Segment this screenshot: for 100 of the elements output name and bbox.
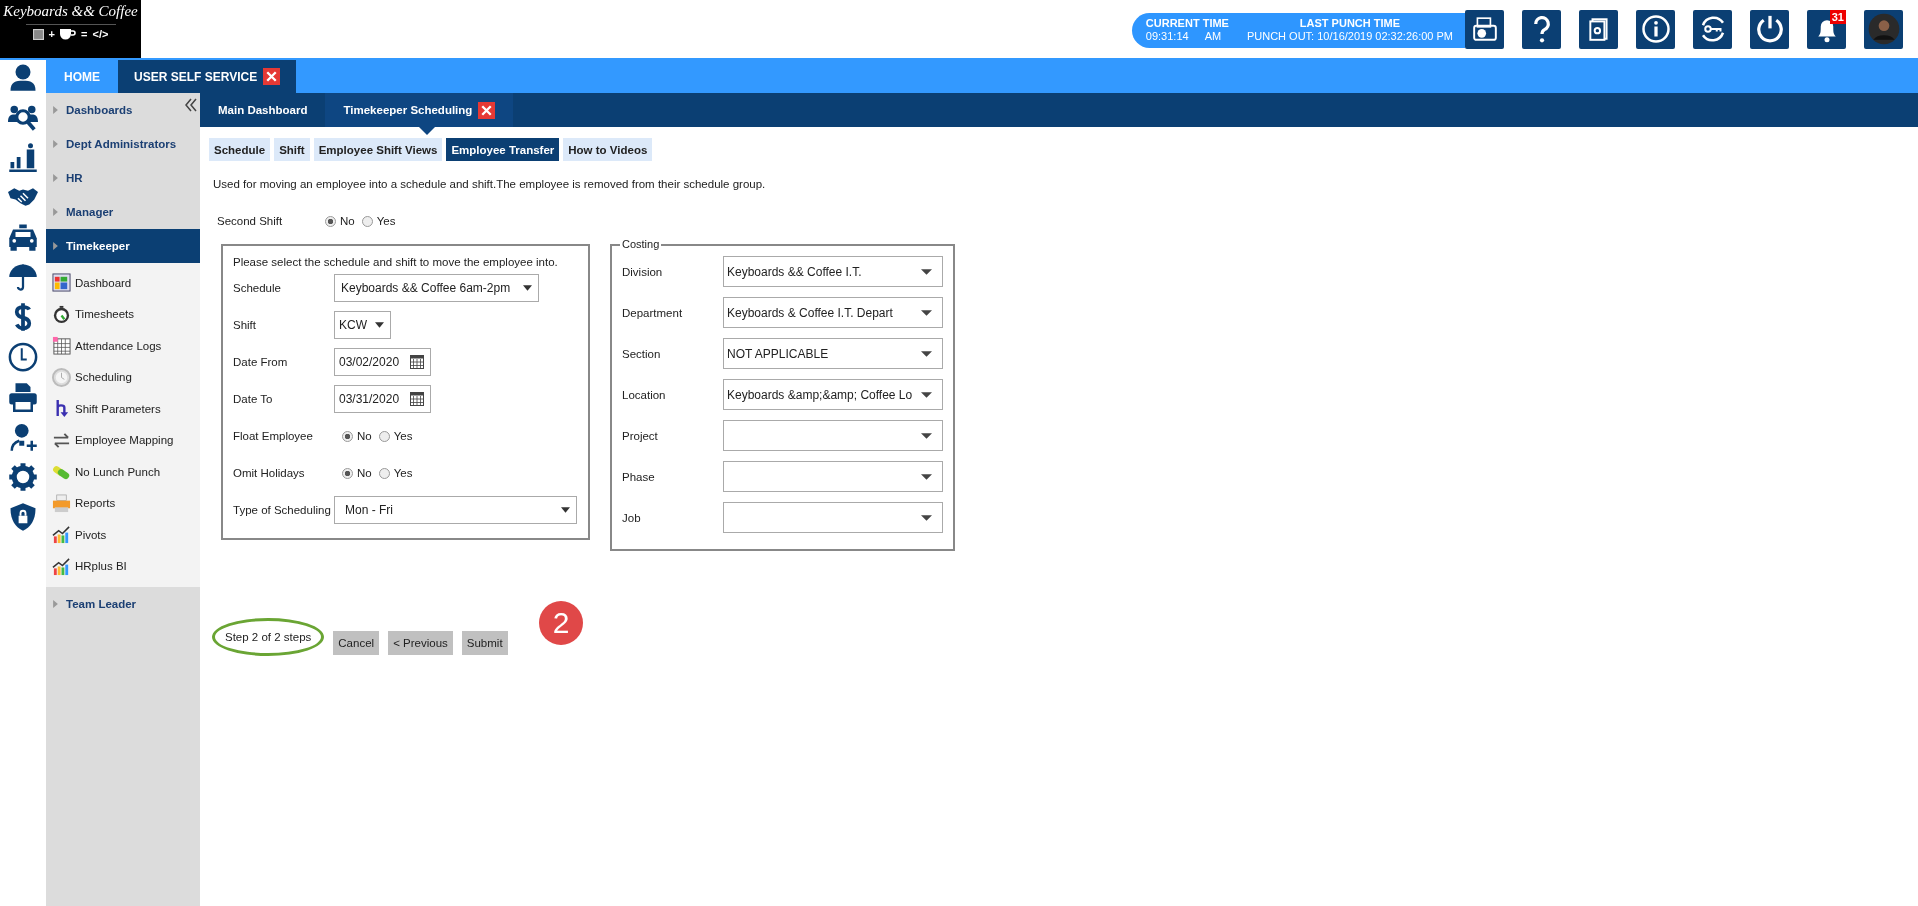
menu-item[interactable]: Manager [46, 195, 200, 229]
section-tab[interactable]: Schedule [209, 138, 271, 161]
logo-title: Keyboards && Coffee [3, 3, 138, 20]
dropdown-caret-icon [921, 309, 932, 316]
section-tab[interactable]: Shift [274, 138, 310, 161]
person-icon[interactable] [8, 62, 38, 92]
toolbar-button[interactable] [1465, 9, 1504, 49]
submenu-label: Dashboard [75, 276, 132, 289]
close-icon[interactable] [478, 101, 496, 119]
dashboard-icon [52, 273, 71, 293]
toolbar-button[interactable] [1636, 9, 1675, 49]
menu-item[interactable]: Timekeeper [46, 229, 200, 263]
expand-arrow-icon [53, 106, 58, 114]
dropdown-caret-icon [921, 350, 932, 357]
radio-button[interactable] [361, 215, 373, 227]
toolbar-button[interactable] [1864, 9, 1903, 49]
collapse-icon[interactable] [184, 98, 198, 112]
field-label: Location [622, 388, 667, 401]
field-label: Omit Holidays [233, 467, 306, 479]
submenu-item[interactable]: Attendance Logs [46, 330, 200, 362]
dropdown[interactable]: Keyboards && Coffee 6am-2pm [334, 274, 539, 302]
field-label: Phase [622, 470, 656, 483]
dropdown[interactable]: NOT APPLICABLE [723, 338, 943, 369]
submenu-label: Reports [75, 497, 116, 510]
shield-lock-icon[interactable] [8, 502, 38, 532]
submenu-item[interactable]: No Lunch Punch [46, 456, 200, 488]
field-label: Section [622, 347, 662, 360]
menu-label: Manager [66, 206, 114, 218]
time-period: AM [1204, 30, 1222, 43]
section-tab[interactable]: Employee Shift Views [313, 138, 443, 161]
printer-icon[interactable] [8, 382, 38, 412]
submenu-label: No Lunch Punch [75, 465, 161, 478]
step-button[interactable]: Submit [461, 631, 508, 655]
page-tab[interactable]: Main Dashboard [200, 93, 326, 127]
dropdown[interactable]: Keyboards && Coffee I.T. [723, 256, 943, 287]
field-label: Job [622, 511, 642, 524]
logo-symbol: + [48, 28, 56, 40]
person-add-icon[interactable] [8, 422, 38, 452]
toolbar-button[interactable] [1693, 9, 1732, 49]
expand-arrow-icon [53, 174, 58, 182]
step-button[interactable]: Cancel [333, 631, 380, 655]
chart-person-icon[interactable] [8, 142, 38, 172]
section-tab[interactable]: How to Videos [563, 138, 653, 161]
dropdown[interactable]: Keyboards & Coffee I.T. Depart [723, 297, 943, 328]
dropdown-caret-icon [921, 268, 932, 275]
field-label: Date To [233, 393, 274, 405]
submenu-item[interactable]: Reports [46, 487, 200, 519]
umbrella-icon[interactable] [8, 262, 38, 292]
dropdown[interactable]: Keyboards &amp;&amp; Coffee Lo [723, 379, 943, 410]
submenu-label: HRplus BI [75, 560, 127, 573]
step-button[interactable]: < Previous [388, 631, 453, 655]
fieldset-legend: Costing [620, 238, 662, 250]
power-icon [1754, 14, 1785, 44]
dropdown-caret-icon [921, 473, 932, 480]
toolbar-button[interactable] [1750, 9, 1789, 49]
dropdown-caret-icon [561, 507, 570, 513]
submenu-item[interactable]: Timesheets [46, 298, 200, 330]
toolbar-button[interactable]: 31 [1807, 9, 1846, 49]
calendar-icon[interactable] [410, 355, 424, 369]
current-time-label: CURRENT TIME [1145, 17, 1229, 30]
menu-item[interactable]: Dept Administrators [46, 127, 200, 161]
field-label: Shift [233, 319, 257, 331]
close-icon[interactable] [263, 68, 281, 85]
submenu-item[interactable]: Pivots [46, 519, 200, 551]
radio-button[interactable] [342, 430, 353, 442]
section-tab[interactable]: Employee Transfer [446, 138, 560, 161]
toolbar-button[interactable] [1522, 9, 1561, 49]
car-icon[interactable] [8, 222, 38, 252]
radio-button[interactable] [378, 467, 390, 479]
submenu-item[interactable]: HRplus BI [46, 550, 200, 582]
date-field[interactable]: 03/02/2020 [334, 348, 431, 376]
expand-arrow-icon [53, 208, 58, 216]
punch-clock-icon [1471, 16, 1498, 42]
field-label: Department [622, 306, 684, 319]
menu-item[interactable]: Team Leader [46, 587, 200, 621]
radio-button[interactable] [325, 215, 336, 227]
description-text: Used for moving an employee into a schedule and shift.The employee is removed from their schedule group. [213, 178, 767, 190]
date-field[interactable]: 03/31/2020 [334, 385, 431, 413]
clock-icon[interactable] [8, 342, 38, 372]
submenu-item[interactable]: Scheduling [46, 361, 200, 393]
dropdown-caret-icon [375, 322, 384, 328]
submenu-item[interactable]: Dashboard [46, 267, 200, 299]
submenu-item[interactable]: Shift Parameters [46, 393, 200, 425]
toolbar-button[interactable] [1579, 9, 1618, 49]
menu-item[interactable]: Dashboards [46, 93, 200, 127]
dropdown[interactable]: Mon - Fri [334, 496, 577, 524]
printer-icon [52, 493, 71, 513]
radio-button[interactable] [342, 467, 353, 479]
dropdown[interactable]: KCW [334, 311, 391, 339]
coffee-cup-icon [60, 28, 77, 40]
bar-chart-icon [52, 556, 71, 576]
menu-item[interactable]: HR [46, 161, 200, 195]
field-label: Float Employee [233, 430, 314, 442]
field-label: Division [622, 265, 664, 278]
radio-button[interactable] [378, 430, 390, 442]
nav-tab[interactable]: USER SELF SERVICE [118, 60, 297, 93]
submenu-item[interactable]: Employee Mapping [46, 424, 200, 456]
settings-icon[interactable] [8, 462, 38, 492]
submenu-label: Attendance Logs [75, 339, 162, 352]
calendar-icon[interactable] [410, 392, 424, 406]
